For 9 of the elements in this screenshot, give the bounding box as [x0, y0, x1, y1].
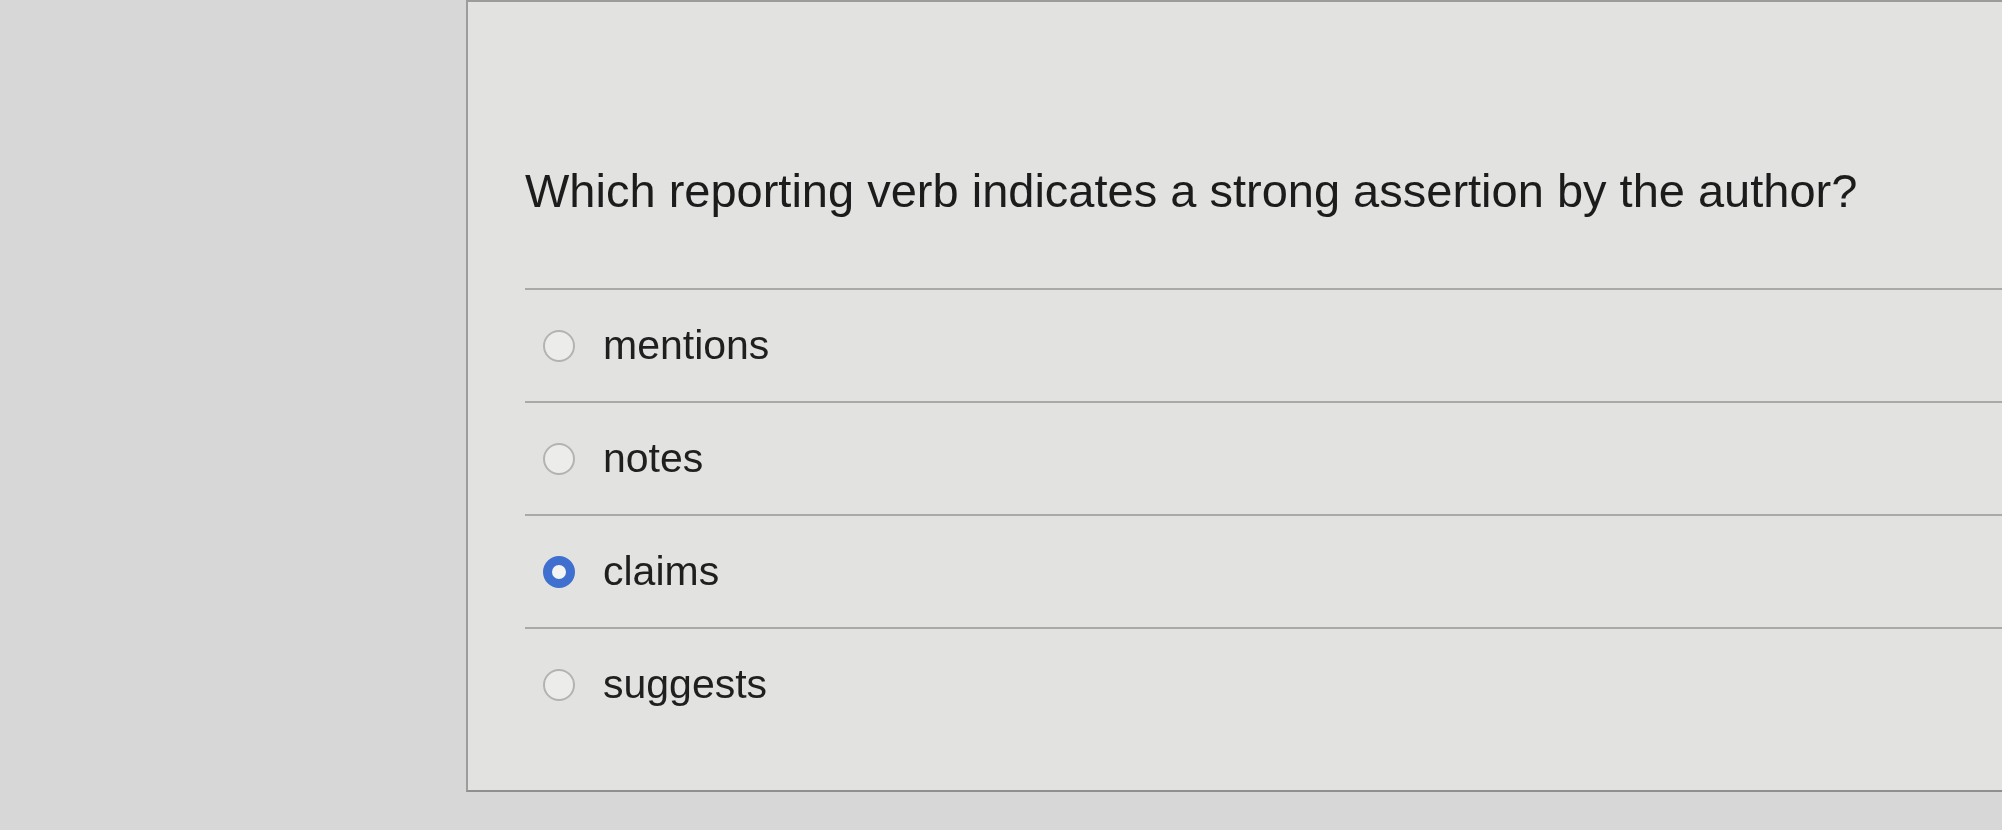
- option-label[interactable]: mentions: [603, 322, 770, 369]
- option-label[interactable]: claims: [603, 548, 720, 595]
- radio-button[interactable]: [543, 442, 575, 475]
- option-label[interactable]: suggests: [603, 661, 768, 708]
- option-label[interactable]: notes: [603, 435, 704, 482]
- radio-button[interactable]: [543, 668, 575, 701]
- radio-button[interactable]: [543, 555, 575, 588]
- question-text: Which reporting verb indicates a strong assertion by the author?: [525, 164, 1859, 218]
- radio-button[interactable]: [543, 329, 575, 362]
